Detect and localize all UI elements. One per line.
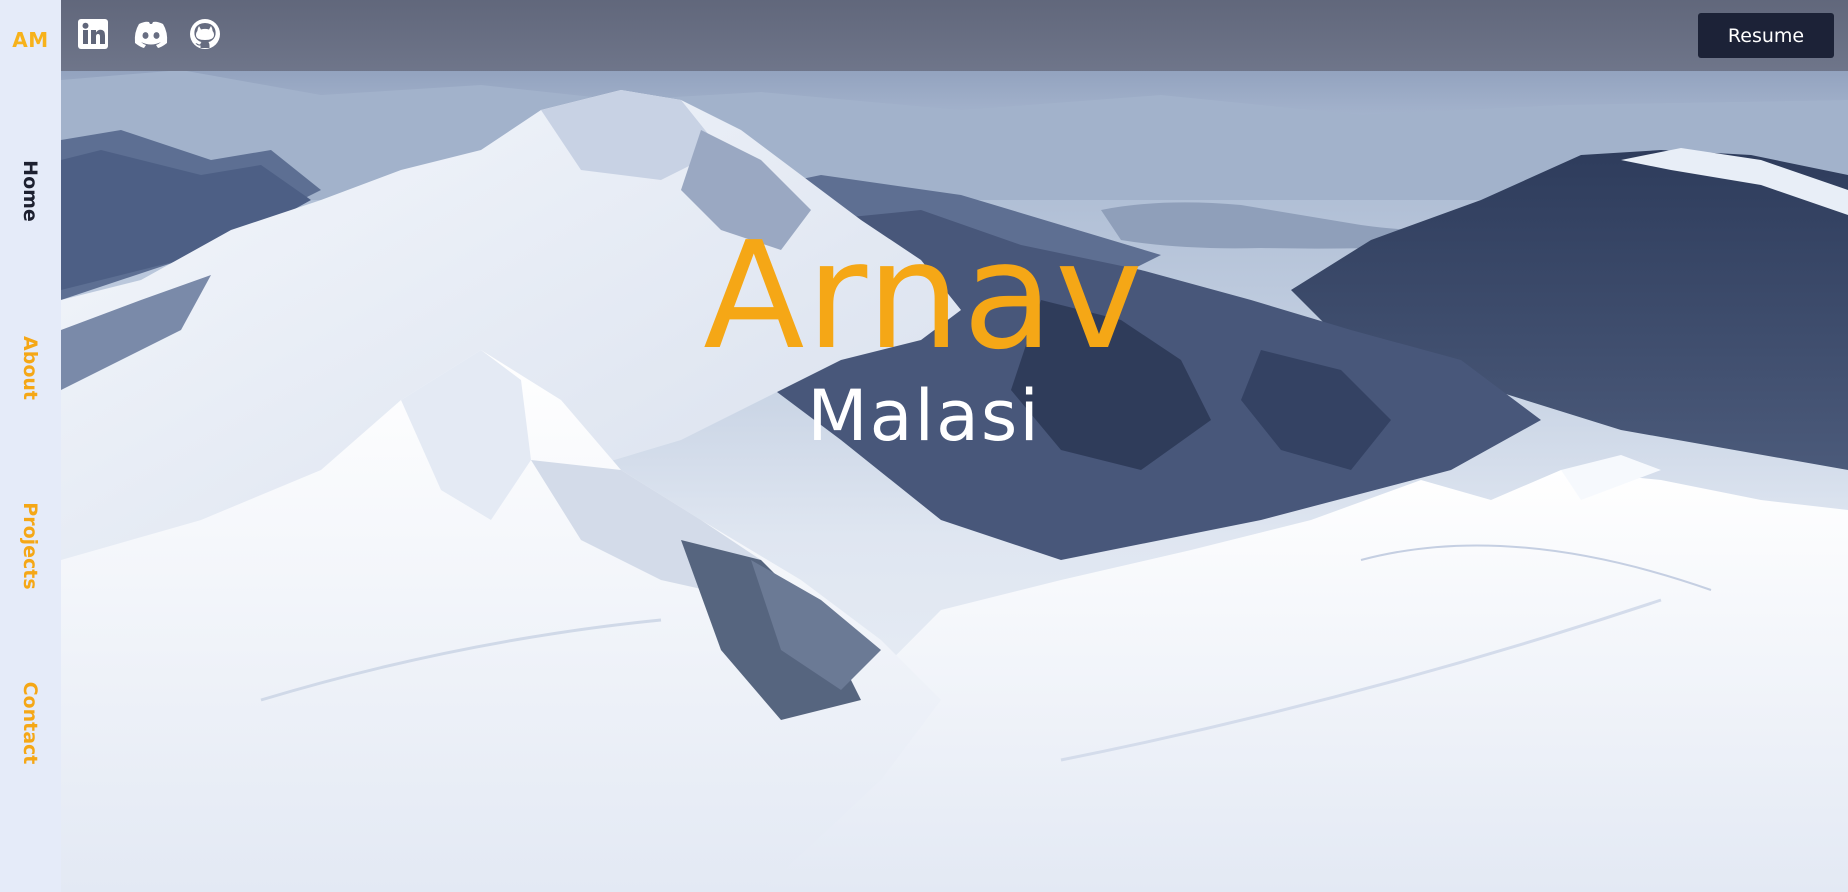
logo[interactable]: AM [0,28,61,52]
hero-first-name: Arnav [703,210,1145,382]
top-bar: Resume [61,0,1848,71]
nav-item-about[interactable]: About [19,336,41,400]
github-icon[interactable] [188,17,222,51]
nav-item-projects[interactable]: Projects [19,502,41,589]
resume-button[interactable]: Resume [1698,13,1834,58]
nav-item-home[interactable]: Home [19,160,41,222]
hero-last-name: Malasi [807,375,1041,457]
sidebar: AM Home About Projects Contact [0,0,61,892]
linkedin-icon[interactable] [76,17,110,51]
discord-icon[interactable] [131,17,171,51]
nav-item-contact[interactable]: Contact [19,682,41,765]
